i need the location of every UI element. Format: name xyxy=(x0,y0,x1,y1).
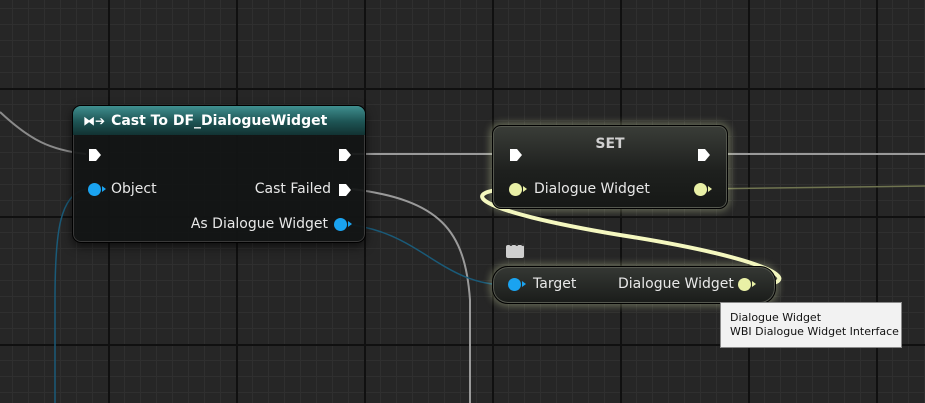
exec-in-pin[interactable] xyxy=(88,148,102,162)
cast-failed-pin[interactable] xyxy=(338,183,352,197)
as-widget-label: As Dialogue Widget xyxy=(190,216,328,232)
set-exec-out-pin[interactable] xyxy=(697,148,711,162)
object-pin-arrow xyxy=(102,186,106,192)
target-pin-arrow xyxy=(522,281,526,287)
set-node[interactable]: SET Dialogue Widget xyxy=(492,125,728,209)
tooltip-line2: WBI Dialogue Widget Interface xyxy=(730,325,899,338)
cast-node-title: Cast To DF_DialogueWidget xyxy=(111,112,328,129)
cast-failed-label: Cast Failed xyxy=(254,181,331,197)
getter-output-pin-arrow xyxy=(752,281,756,287)
set-node-title: SET xyxy=(595,136,625,152)
target-pin[interactable] xyxy=(508,278,521,291)
set-output-pin[interactable] xyxy=(694,183,707,196)
cast-icon: ⧓➔ xyxy=(83,113,106,128)
tooltip-line1: Dialogue Widget xyxy=(730,311,822,324)
set-output-pin-arrow xyxy=(708,186,712,192)
set-output-wire xyxy=(699,185,925,190)
target-pin-label: Target xyxy=(533,276,577,292)
getter-output-pin[interactable] xyxy=(738,278,751,291)
pin-tooltip: Dialogue Widget WBI Dialogue Widget Inte… xyxy=(720,302,902,348)
cast-node-header[interactable]: ⧓➔ Cast To DF_DialogueWidget xyxy=(73,106,365,135)
as-widget-pin-arrow xyxy=(348,221,352,227)
set-var-label: Dialogue Widget xyxy=(534,181,650,197)
cast-node[interactable]: ⧓➔ Cast To DF_DialogueWidget Object Cast… xyxy=(72,105,366,243)
set-exec-in-pin[interactable] xyxy=(509,148,523,162)
dialogue-widget-getter-node[interactable]: Target Dialogue Widget xyxy=(492,266,776,304)
set-input-pin[interactable] xyxy=(509,183,522,196)
as-widget-wire xyxy=(342,223,508,286)
comment-bubble-icon[interactable] xyxy=(506,240,526,258)
getter-output-label: Dialogue Widget xyxy=(618,276,734,292)
object-pin-label: Object xyxy=(111,181,157,197)
object-pin[interactable] xyxy=(88,183,101,196)
as-widget-pin[interactable] xyxy=(334,218,347,231)
exec-out-pin[interactable] xyxy=(338,148,352,162)
cast-failed-wire xyxy=(351,188,471,403)
set-input-pin-arrow xyxy=(523,186,527,192)
